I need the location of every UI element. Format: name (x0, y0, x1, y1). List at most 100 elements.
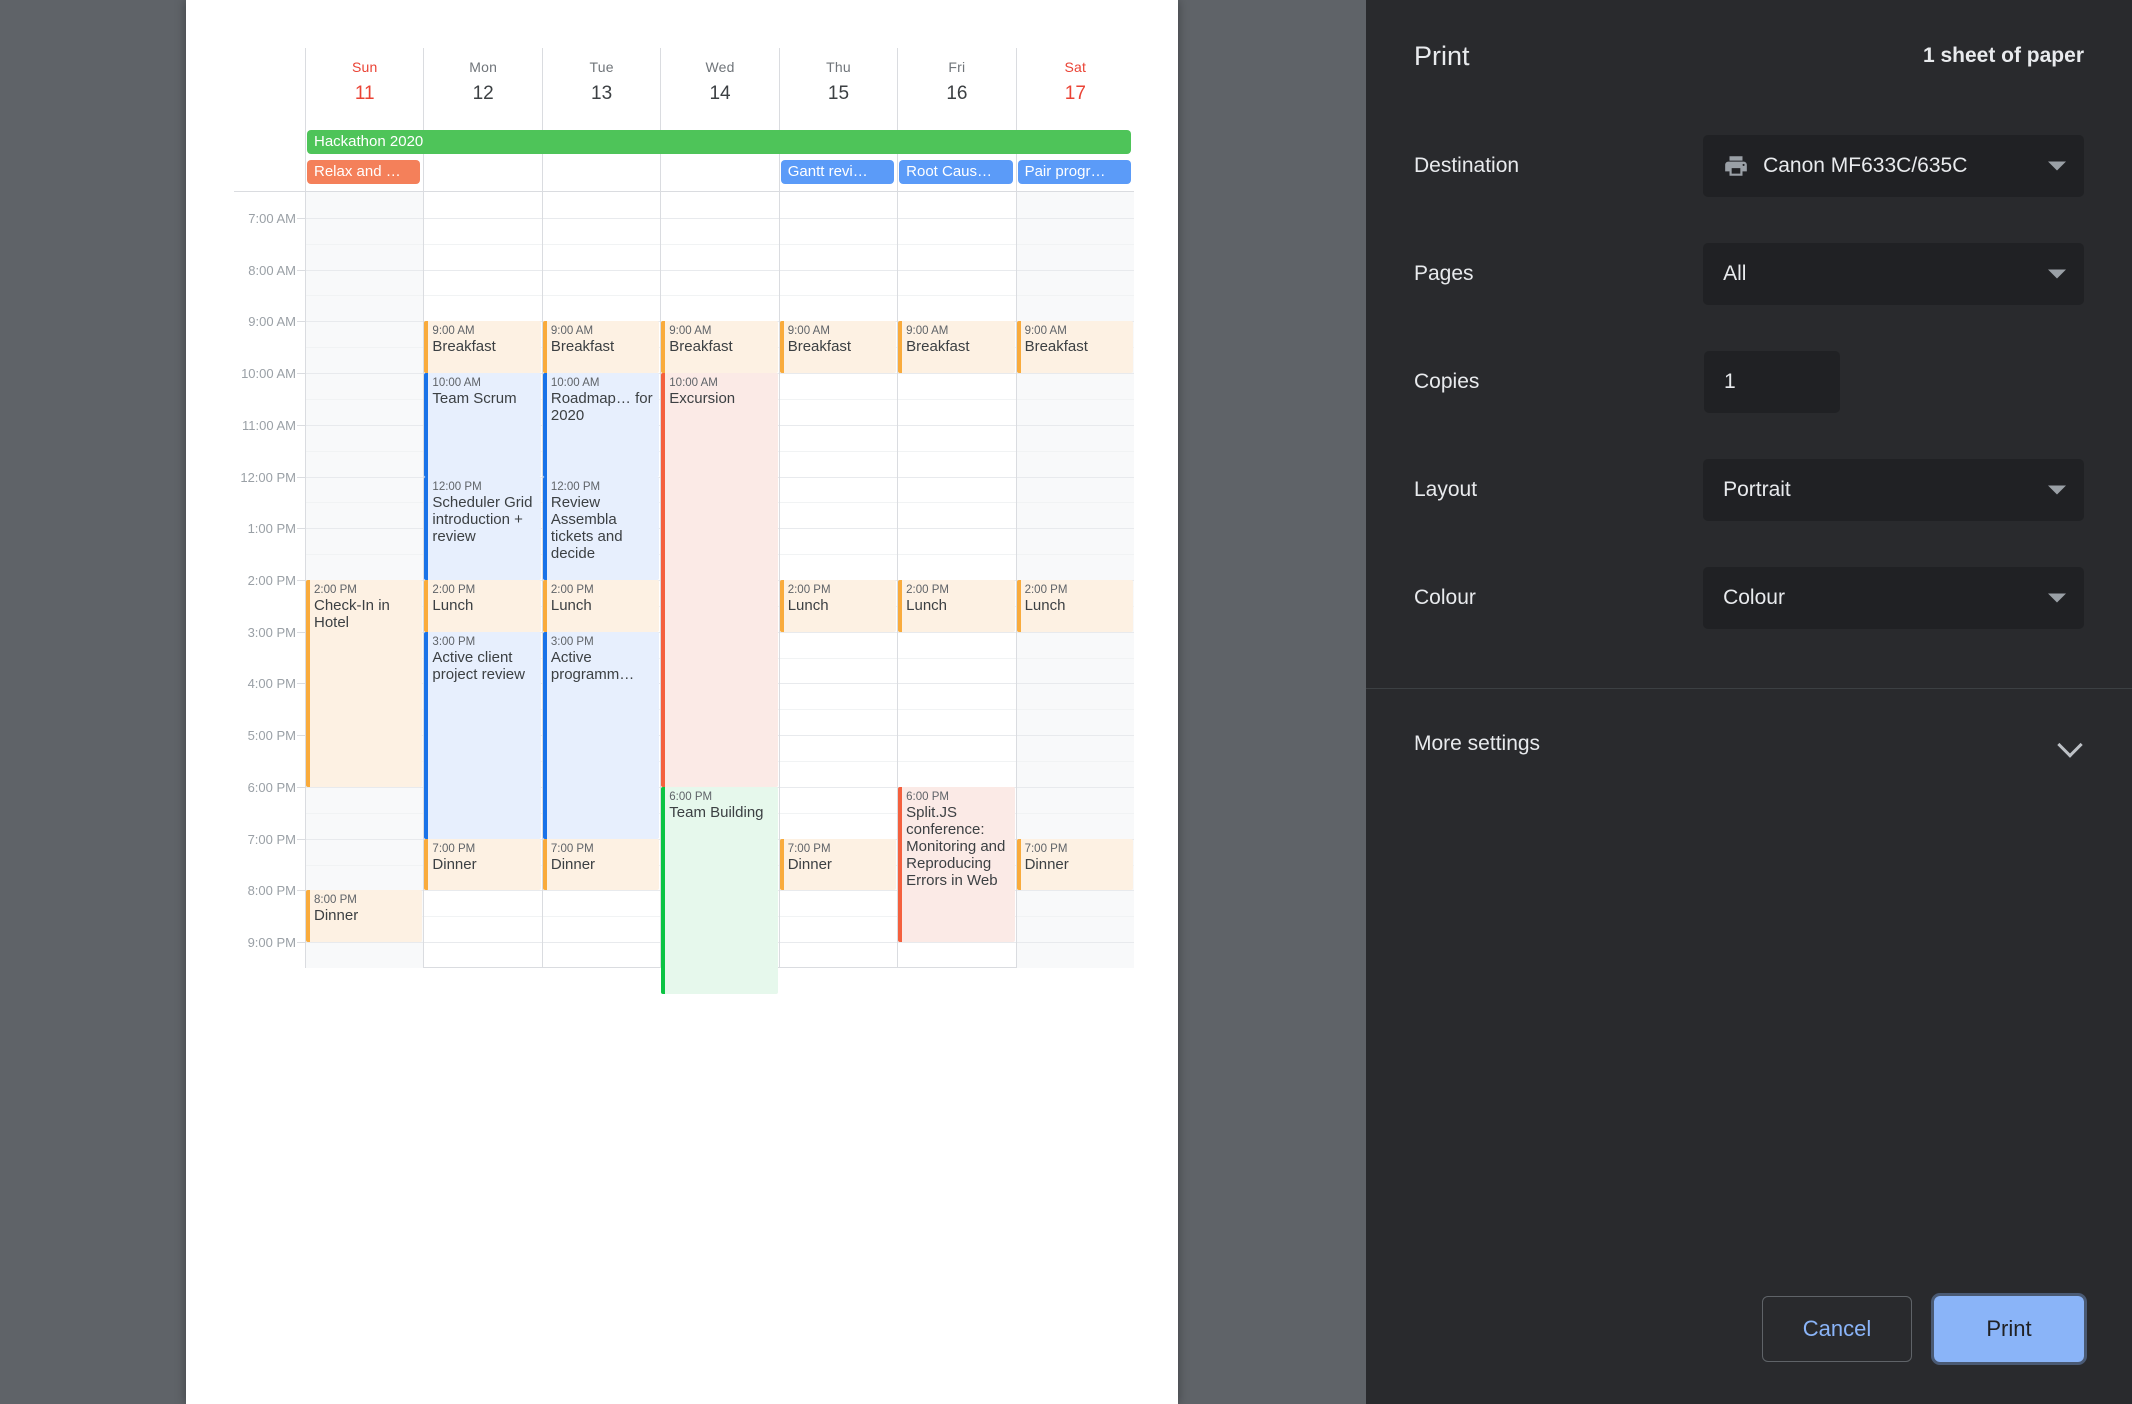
pages-select[interactable]: All (1703, 243, 2084, 305)
calendar-event[interactable]: 7:00 PM Dinner (542, 838, 660, 891)
allday-column-divider (305, 116, 306, 192)
event-time: 9:00 AM (432, 325, 475, 338)
calendar-event[interactable]: 7:00 PM Dinner (424, 838, 541, 891)
calendar-event[interactable]: 7:00 PM Dinner (779, 838, 897, 891)
more-settings-toggle[interactable]: More settings (1366, 689, 2132, 799)
chevron-down-icon (2048, 161, 2066, 171)
hour-label: 5:00 PM (247, 728, 296, 744)
calendar-event[interactable]: 10:00 AM Excursion (661, 373, 778, 787)
hour-tick (297, 580, 305, 581)
event-title: Lunch (1024, 597, 1066, 614)
calendar-event[interactable]: 2:00 PM Lunch (424, 580, 541, 632)
allday-event[interactable]: Gantt revi… (780, 160, 895, 184)
calendar-event[interactable]: 9:00 AM Breakfast (779, 321, 897, 374)
day-name: Sat (1064, 59, 1087, 75)
hour-tick (297, 476, 305, 478)
calendar-grid-area: 2:00 PM Check-In in Hotel 8:00 PM Dinner 9:0… (305, 192, 1134, 994)
hour-label: 8:00 PM (247, 883, 296, 899)
event-time: 3:00 PM (550, 635, 594, 648)
event-title: Breakfast (1024, 338, 1088, 356)
calendar-event[interactable]: 3:00 PM Active programm… (542, 631, 660, 839)
hour-label: 1:00 PM (247, 521, 296, 537)
calendar-event[interactable]: 12:00 PM Review Assembla tickets and deci… (542, 476, 660, 580)
event-time: 9:00 AM (1024, 325, 1067, 338)
day-name: Wed (705, 59, 735, 75)
hour-label: 9:00 AM (248, 314, 296, 330)
day-number: 16 (946, 83, 968, 104)
event-colour-bar (661, 786, 666, 994)
allday-event[interactable]: Hackathon 2020 (307, 130, 1131, 154)
day-number: 12 (472, 83, 494, 104)
calendar-event[interactable]: 9:00 AM Breakfast (542, 321, 660, 374)
event-title: Breakfast (787, 338, 852, 356)
calendar-event[interactable]: 6:00 PM Split.JS conference: Monitoring a… (898, 786, 1015, 943)
hour-tick (297, 786, 305, 788)
hour-tick (297, 217, 305, 219)
calendar-event[interactable]: 9:00 AM Breakfast (898, 321, 1015, 374)
calendar-event[interactable]: 2:00 PM Lunch (779, 580, 897, 632)
setting-label: Destination (1414, 154, 1520, 177)
hour-label: 7:00 PM (247, 831, 296, 847)
calendar-event[interactable]: 7:00 PM Dinner (1016, 838, 1133, 891)
copies-input[interactable]: 1 (1704, 351, 1840, 413)
event-time: 3:00 PM (432, 635, 476, 648)
chevron-down-icon (2058, 731, 2084, 757)
setting-row-pages: Pages All (1414, 220, 2084, 328)
hour-label: 6:00 PM (247, 779, 296, 795)
calendar-day-headers: Sun 11 Mon 12 Tue 13 Wed 14 Thu 15 Fri 16 Sat 17 (234, 48, 1134, 116)
day-number: 17 (1064, 83, 1086, 104)
setting-row-copies: Copies 1 (1414, 328, 2084, 436)
destination-select[interactable]: Canon MF633C/635C (1703, 135, 2084, 197)
event-colour-bar (542, 476, 547, 580)
calendar-event[interactable]: 9:00 AM Breakfast (661, 321, 778, 374)
setting-value: 1 (1724, 370, 1736, 393)
chevron-down-icon (2048, 269, 2066, 279)
hour-tick (297, 890, 305, 892)
event-colour-bar (542, 631, 547, 839)
calendar-event[interactable]: 2:00 PM Lunch (1016, 580, 1133, 632)
day-header-thu: Thu 15 (778, 48, 898, 116)
hour-tick (297, 838, 305, 840)
day-number: 11 (354, 83, 375, 104)
calendar-event[interactable]: 2:00 PM Lunch (898, 580, 1015, 632)
calendar-event[interactable]: 9:00 AM Breakfast (1016, 321, 1133, 374)
setting-value: Colour (1723, 586, 1785, 609)
calendar-event[interactable]: 8:00 PM Dinner (306, 890, 423, 943)
layout-select[interactable]: Portrait (1703, 459, 2084, 521)
chevron-down-icon (2048, 593, 2066, 603)
calendar-event[interactable]: 10:00 AM Roadmap… for 2020 (542, 373, 660, 477)
calendar-event[interactable]: 12:00 PM Scheduler Grid introduction + re… (424, 476, 541, 580)
hour-label: 2:00 PM (247, 573, 296, 588)
hour-label: 11:00 AM (242, 417, 296, 433)
setting-value: All (1723, 262, 1747, 285)
colour-select[interactable]: Colour (1703, 567, 2084, 629)
allday-event[interactable]: Relax and … (307, 160, 421, 184)
calendar-event[interactable]: 6:00 PM Team Building (661, 786, 778, 994)
event-time: 2:00 PM (314, 584, 357, 596)
calendar-event[interactable]: 2:00 PM Lunch (542, 580, 660, 632)
allday-event[interactable]: Root Caus… (899, 160, 1013, 184)
calendar-event[interactable]: 9:00 AM Breakfast (424, 321, 541, 374)
event-time: 10:00 AM (550, 377, 600, 390)
calendar-event[interactable]: 2:00 PM Check-In in Hotel (306, 580, 423, 787)
print-button[interactable]: Print (1931, 1293, 2087, 1365)
day-header-mon: Mon 12 (423, 48, 542, 116)
event-colour-bar (424, 580, 429, 632)
setting-row-destination: Destination Canon MF633C/635C (1414, 112, 2084, 220)
event-time: 9:00 AM (906, 325, 949, 338)
print-dialog-footer: Cancel Print (1366, 1284, 2132, 1404)
hour-tick (297, 683, 305, 685)
allday-event[interactable]: Pair progr… (1017, 160, 1131, 184)
event-time: 9:00 AM (550, 325, 594, 338)
calendar-event[interactable]: 10:00 AM Team Scrum (424, 373, 541, 477)
calendar-time-grid: 2:00 PM Check-In in Hotel 8:00 PM Dinner 9:0… (234, 192, 1134, 994)
sheet-count-label: 1 sheet of paper (1922, 44, 2084, 67)
event-title: Review Assembla tickets and decide (550, 493, 623, 562)
cancel-button[interactable]: Cancel (1762, 1296, 1912, 1362)
event-title: Lunch (906, 597, 948, 614)
day-header-sun: Sun 11 (305, 48, 424, 116)
calendar-event[interactable]: 3:00 PM Active client project review (424, 631, 541, 839)
setting-label: Layout (1414, 478, 1478, 501)
event-title: Excursion (669, 390, 736, 408)
hour-gridline (305, 217, 1134, 219)
